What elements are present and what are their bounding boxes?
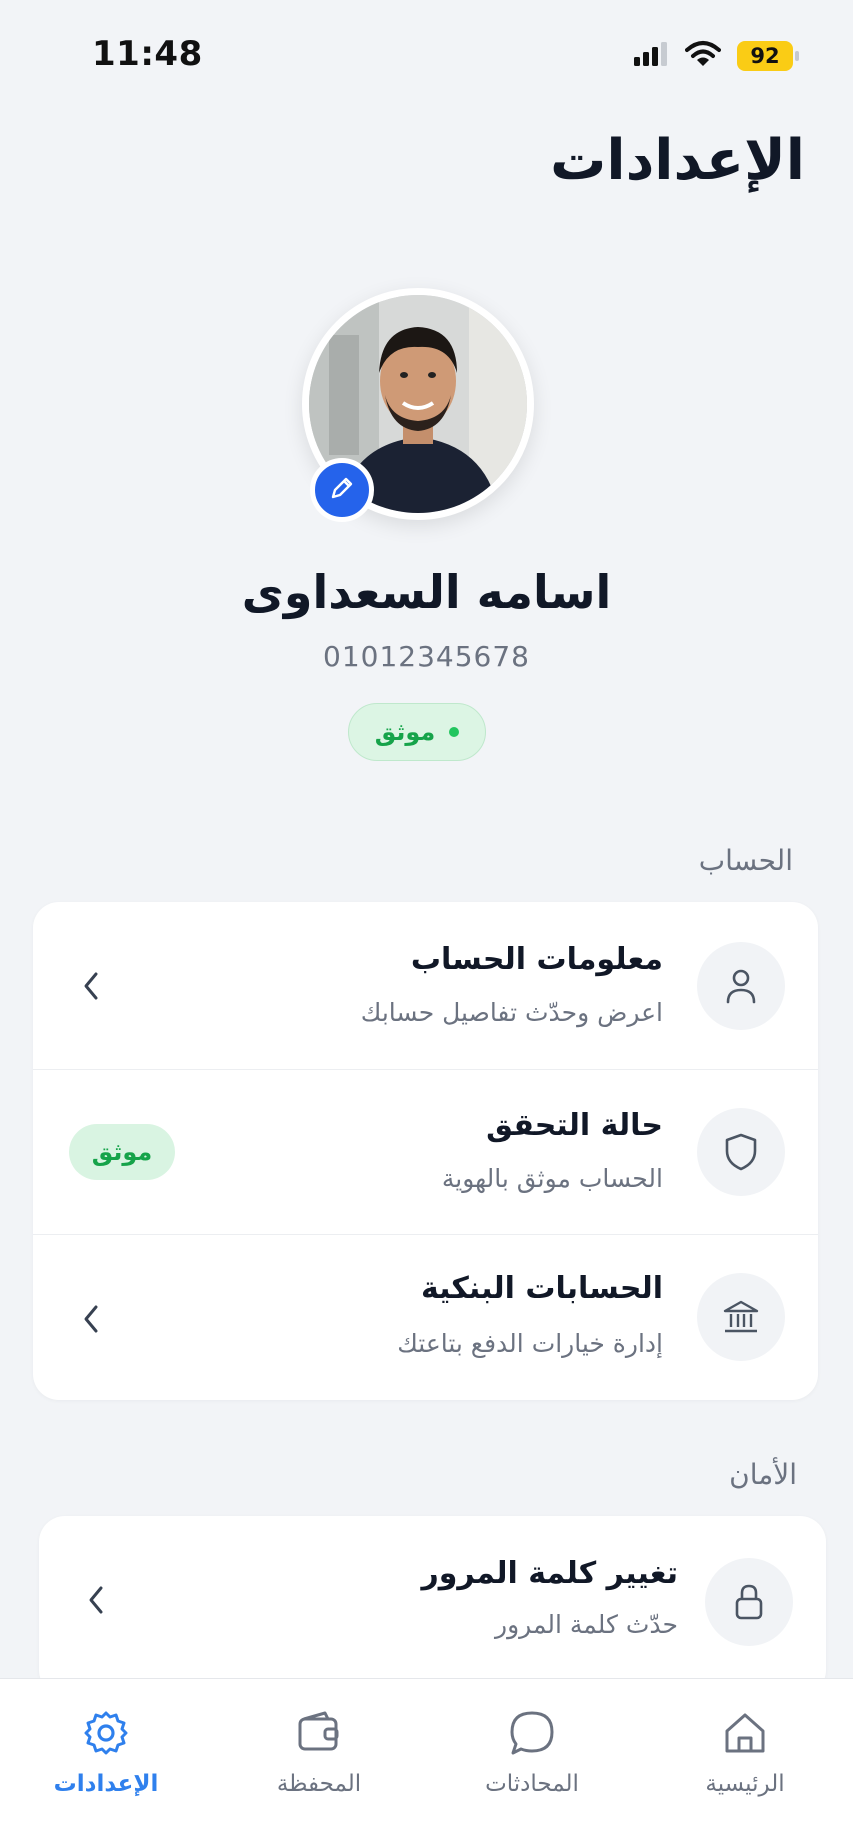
nav-label: الإعدادات xyxy=(53,1771,159,1797)
shield-icon xyxy=(697,1108,785,1196)
security-card: تغيير كلمة المرور حدّث كلمة المرور xyxy=(39,1516,826,1696)
row-title: تغيير كلمة المرور xyxy=(421,1556,678,1591)
verified-label: موثق xyxy=(374,718,436,746)
row-subtitle: إدارة خيارات الدفع بتاعتك xyxy=(397,1329,663,1358)
profile-name: اسامه السعداوى xyxy=(241,565,612,619)
user-icon xyxy=(697,942,785,1030)
gear-icon xyxy=(26,1705,186,1761)
section-label-security: الأمان xyxy=(729,1458,797,1491)
row-subtitle: اعرض وحدّث تفاصيل حسابك xyxy=(360,998,663,1027)
row-subtitle: الحساب موثق بالهوية xyxy=(441,1164,663,1193)
nav-item-settings[interactable]: الإعدادات xyxy=(26,1705,186,1797)
nav-label: الرئيسية xyxy=(705,1771,785,1797)
wallet-icon xyxy=(239,1705,399,1761)
bottom-nav: الإعدادات المحفظة المحادثات الرئيسية xyxy=(0,1678,853,1844)
verification-status-row[interactable]: حالة التحقق الحساب موثق بالهوية موثق xyxy=(33,1070,818,1235)
page-title: الإعدادات xyxy=(550,128,805,193)
status-time: 11:48 xyxy=(92,34,203,74)
status-icons: 92 xyxy=(633,40,799,72)
battery-indicator: 92 xyxy=(737,41,799,71)
verified-status-badge: موثق xyxy=(348,703,486,761)
nav-label: المحادثات xyxy=(485,1771,579,1797)
wifi-icon xyxy=(685,40,721,72)
chat-icon xyxy=(452,1705,612,1761)
row-title: الحسابات البنكية xyxy=(420,1271,663,1306)
nav-label: المحفظة xyxy=(276,1771,362,1797)
chevron-left-icon xyxy=(78,1299,104,1339)
bank-accounts-row[interactable]: الحسابات البنكية إدارة خيارات الدفع بتاع… xyxy=(33,1235,818,1400)
nav-item-chats[interactable]: المحادثات xyxy=(452,1705,612,1797)
nav-item-home[interactable]: الرئيسية xyxy=(665,1705,825,1797)
account-info-row[interactable]: معلومات الحساب اعرض وحدّث تفاصيل حسابك xyxy=(33,902,818,1070)
nav-item-wallet[interactable]: المحفظة xyxy=(239,1705,399,1797)
profile-avatar[interactable] xyxy=(302,288,534,522)
account-card: معلومات الحساب اعرض وحدّث تفاصيل حسابك ح… xyxy=(33,902,818,1400)
lock-icon xyxy=(705,1558,793,1646)
home-icon xyxy=(665,1705,825,1761)
profile-phone: 01012345678 xyxy=(323,640,530,673)
settings-screen: 11:48 92 الإعدادات اسامه السعداوى 010123… xyxy=(0,0,853,1844)
row-title: حالة التحقق xyxy=(486,1108,663,1143)
signal-icon xyxy=(633,41,669,71)
verified-badge: موثق xyxy=(69,1124,175,1180)
bank-icon xyxy=(697,1273,785,1361)
section-label-account: الحساب xyxy=(698,844,793,877)
row-subtitle: حدّث كلمة المرور xyxy=(495,1610,678,1639)
chevron-left-icon xyxy=(78,966,104,1006)
change-password-row[interactable]: تغيير كلمة المرور حدّث كلمة المرور xyxy=(39,1516,826,1696)
chevron-left-icon xyxy=(83,1580,109,1620)
edit-avatar-button[interactable] xyxy=(310,458,374,522)
row-title: معلومات الحساب xyxy=(410,942,663,977)
status-dot xyxy=(449,727,460,737)
pencil-icon xyxy=(329,475,355,505)
